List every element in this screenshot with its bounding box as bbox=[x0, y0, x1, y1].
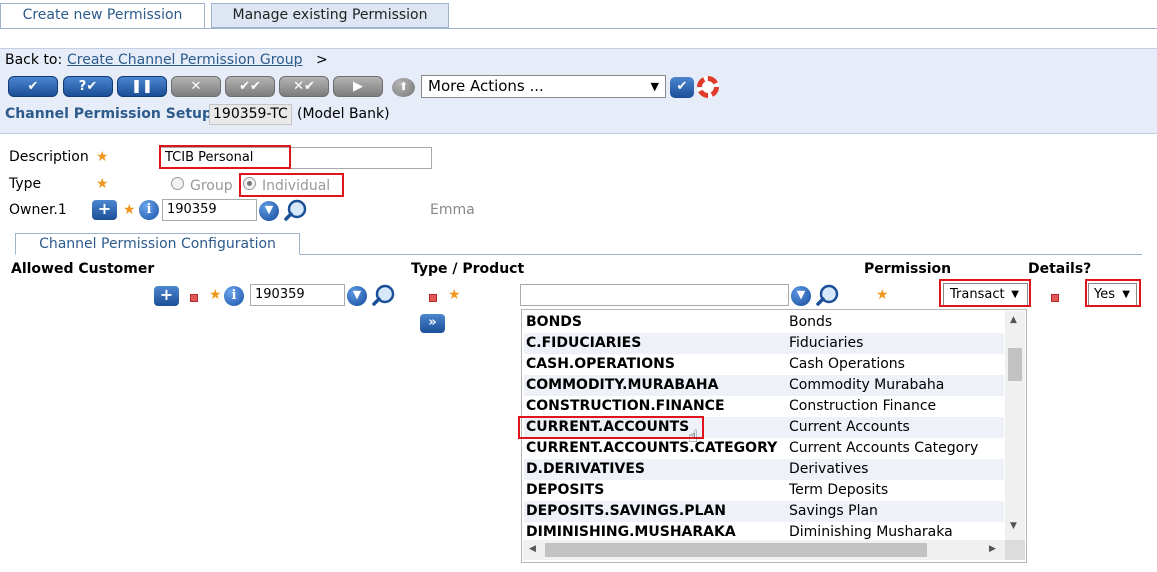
dropdown-option-description: Current Accounts bbox=[789, 419, 910, 435]
scroll-down-arrow-icon[interactable]: ▼ bbox=[1010, 521, 1017, 531]
delete-button[interactable]: ✕ bbox=[171, 76, 221, 97]
dropdown-option-description: Construction Finance bbox=[789, 398, 937, 414]
dropdown-option[interactable]: CASH.OPERATIONS Cash Operations bbox=[524, 354, 1004, 375]
scroll-left-arrow-icon[interactable]: ◀ bbox=[529, 544, 536, 554]
dropdown-option-code: CASH.OPERATIONS bbox=[526, 356, 675, 372]
dropdown-option-description: Cash Operations bbox=[789, 356, 905, 372]
dropdown-option-description: Derivatives bbox=[789, 461, 869, 477]
next-button[interactable]: ▶ bbox=[333, 76, 383, 97]
customer-search-icon[interactable] bbox=[372, 284, 396, 306]
help-lifebuoy-icon[interactable] bbox=[697, 76, 719, 98]
more-actions-value: More Actions ... bbox=[428, 77, 544, 95]
owner-name: Emma bbox=[430, 202, 475, 218]
tab-create-new-permission[interactable]: Create new Permission bbox=[0, 3, 205, 28]
header-details: Details? bbox=[1028, 261, 1092, 277]
dropdown-option[interactable]: COMMODITY.MURABAHA Commodity Murabaha bbox=[524, 375, 1004, 396]
authorise-button[interactable]: ✔✔ bbox=[225, 76, 275, 97]
required-marker-icon bbox=[1051, 294, 1059, 302]
required-star-icon: ★ bbox=[123, 202, 136, 218]
customer-dropdown-button[interactable]: ▼ bbox=[347, 286, 367, 306]
required-marker-icon bbox=[429, 294, 437, 302]
required-marker-icon bbox=[190, 294, 198, 302]
dropdown-option-description: Fiduciaries bbox=[789, 335, 864, 351]
vertical-scrollbar[interactable]: ▲ ▼ bbox=[1005, 311, 1025, 540]
scrollbar-corner bbox=[1005, 540, 1025, 560]
type-radio-group[interactable] bbox=[171, 177, 184, 190]
highlight-box bbox=[939, 279, 1031, 307]
company-name: (Model Bank) bbox=[297, 106, 390, 122]
back-label: Back to: bbox=[5, 52, 63, 68]
info-icon[interactable]: i bbox=[139, 200, 159, 220]
reverse-button[interactable]: ✕✔ bbox=[279, 76, 329, 97]
validate-button[interactable]: ?✔ bbox=[63, 76, 113, 97]
dropdown-option[interactable]: BONDS Bonds bbox=[524, 312, 1004, 333]
dropdown-option-description: Term Deposits bbox=[789, 482, 889, 498]
type-product-input[interactable] bbox=[520, 284, 789, 306]
owner-input[interactable]: 190359 bbox=[162, 199, 257, 221]
record-title: Channel Permission Setups bbox=[5, 106, 221, 122]
required-star-icon: ★ bbox=[876, 287, 889, 303]
highlight-box bbox=[1085, 279, 1141, 307]
description-label: Description bbox=[9, 149, 89, 165]
highlight-box bbox=[159, 145, 291, 169]
required-star-icon: ★ bbox=[96, 176, 109, 192]
hand-cursor-icon: ☝ bbox=[688, 427, 699, 447]
highlight-box bbox=[518, 416, 704, 439]
type-product-dropdown-button[interactable]: ▼ bbox=[791, 286, 811, 306]
scroll-up-arrow-icon[interactable]: ▲ bbox=[1010, 315, 1017, 325]
dropdown-option-code: BONDS bbox=[526, 314, 582, 330]
tab-manage-existing-permission[interactable]: Manage existing Permission bbox=[211, 3, 449, 28]
header-allowed-customer: Allowed Customer bbox=[11, 261, 155, 277]
scrollbar-thumb[interactable] bbox=[1008, 348, 1022, 381]
required-star-icon: ★ bbox=[96, 149, 109, 165]
dropdown-option[interactable]: DEPOSITS Term Deposits bbox=[524, 480, 1004, 501]
owner-search-icon[interactable] bbox=[284, 199, 308, 221]
scrollbar-thumb[interactable] bbox=[545, 543, 927, 557]
back-suffix: > bbox=[316, 52, 328, 68]
add-customer-button[interactable]: + bbox=[154, 286, 179, 306]
header-type-product: Type / Product bbox=[411, 261, 525, 277]
chevron-down-icon: ▼ bbox=[650, 80, 659, 93]
add-owner-button[interactable]: + bbox=[92, 200, 117, 220]
upload-icon[interactable]: ⬆ bbox=[392, 78, 415, 97]
dropdown-option[interactable]: DEPOSITS.SAVINGS.PLAN Savings Plan bbox=[524, 501, 1004, 522]
dropdown-option-code: CONSTRUCTION.FINANCE bbox=[526, 398, 725, 414]
back-link[interactable]: Create Channel Permission Group bbox=[67, 52, 302, 68]
scroll-right-arrow-icon[interactable]: ▶ bbox=[989, 544, 996, 554]
info-icon[interactable]: i bbox=[224, 286, 244, 306]
hold-button[interactable]: ❚❚ bbox=[117, 76, 167, 97]
dropdown-option-description: Bonds bbox=[789, 314, 833, 330]
owner-dropdown-button[interactable]: ▼ bbox=[259, 201, 279, 221]
dropdown-option-code: D.DERIVATIVES bbox=[526, 461, 645, 477]
type-group-label: Group bbox=[190, 178, 233, 194]
dropdown-option-code: DEPOSITS.SAVINGS.PLAN bbox=[526, 503, 726, 519]
type-label: Type bbox=[9, 176, 42, 192]
dropdown-option[interactable]: CURRENT.ACCOUNTS.CATEGORY Current Account… bbox=[524, 438, 1004, 459]
dropdown-option[interactable]: C.FIDUCIARIES Fiduciaries bbox=[524, 333, 1004, 354]
expand-arrow-button[interactable]: » bbox=[420, 314, 445, 333]
horizontal-scrollbar[interactable]: ◀ ▶ bbox=[523, 540, 1005, 560]
highlight-box bbox=[239, 173, 344, 197]
owner-label: Owner.1 bbox=[9, 202, 67, 218]
more-actions-select[interactable]: More Actions ... ▼ bbox=[421, 75, 666, 98]
dropdown-option-description: Savings Plan bbox=[789, 503, 878, 519]
record-id: 190359-TC bbox=[209, 104, 292, 125]
dropdown-option-code: CURRENT.ACCOUNTS.CATEGORY bbox=[526, 440, 778, 456]
commit-button[interactable]: ✔ bbox=[8, 76, 58, 97]
customer-input[interactable]: 190359 bbox=[250, 284, 345, 306]
tab-bar-line bbox=[0, 28, 1157, 29]
dropdown-option[interactable]: CONSTRUCTION.FINANCE Construction Finance bbox=[524, 396, 1004, 417]
dropdown-option-code: DEPOSITS bbox=[526, 482, 605, 498]
dropdown-option[interactable]: D.DERIVATIVES Derivatives bbox=[524, 459, 1004, 480]
dropdown-option-code: COMMODITY.MURABAHA bbox=[526, 377, 719, 393]
header-permission: Permission bbox=[864, 261, 952, 277]
section-tab-channel-permission-configuration[interactable]: Channel Permission Configuration bbox=[15, 233, 300, 255]
dropdown-option-description: Commodity Murabaha bbox=[789, 377, 945, 393]
dropdown-option-description: Current Accounts Category bbox=[789, 440, 979, 456]
dropdown-option-code: C.FIDUCIARIES bbox=[526, 335, 642, 351]
type-product-search-icon[interactable] bbox=[816, 284, 840, 306]
required-star-icon: ★ bbox=[448, 287, 461, 303]
go-button[interactable]: ✔ bbox=[670, 77, 694, 98]
required-star-icon: ★ bbox=[209, 287, 222, 303]
